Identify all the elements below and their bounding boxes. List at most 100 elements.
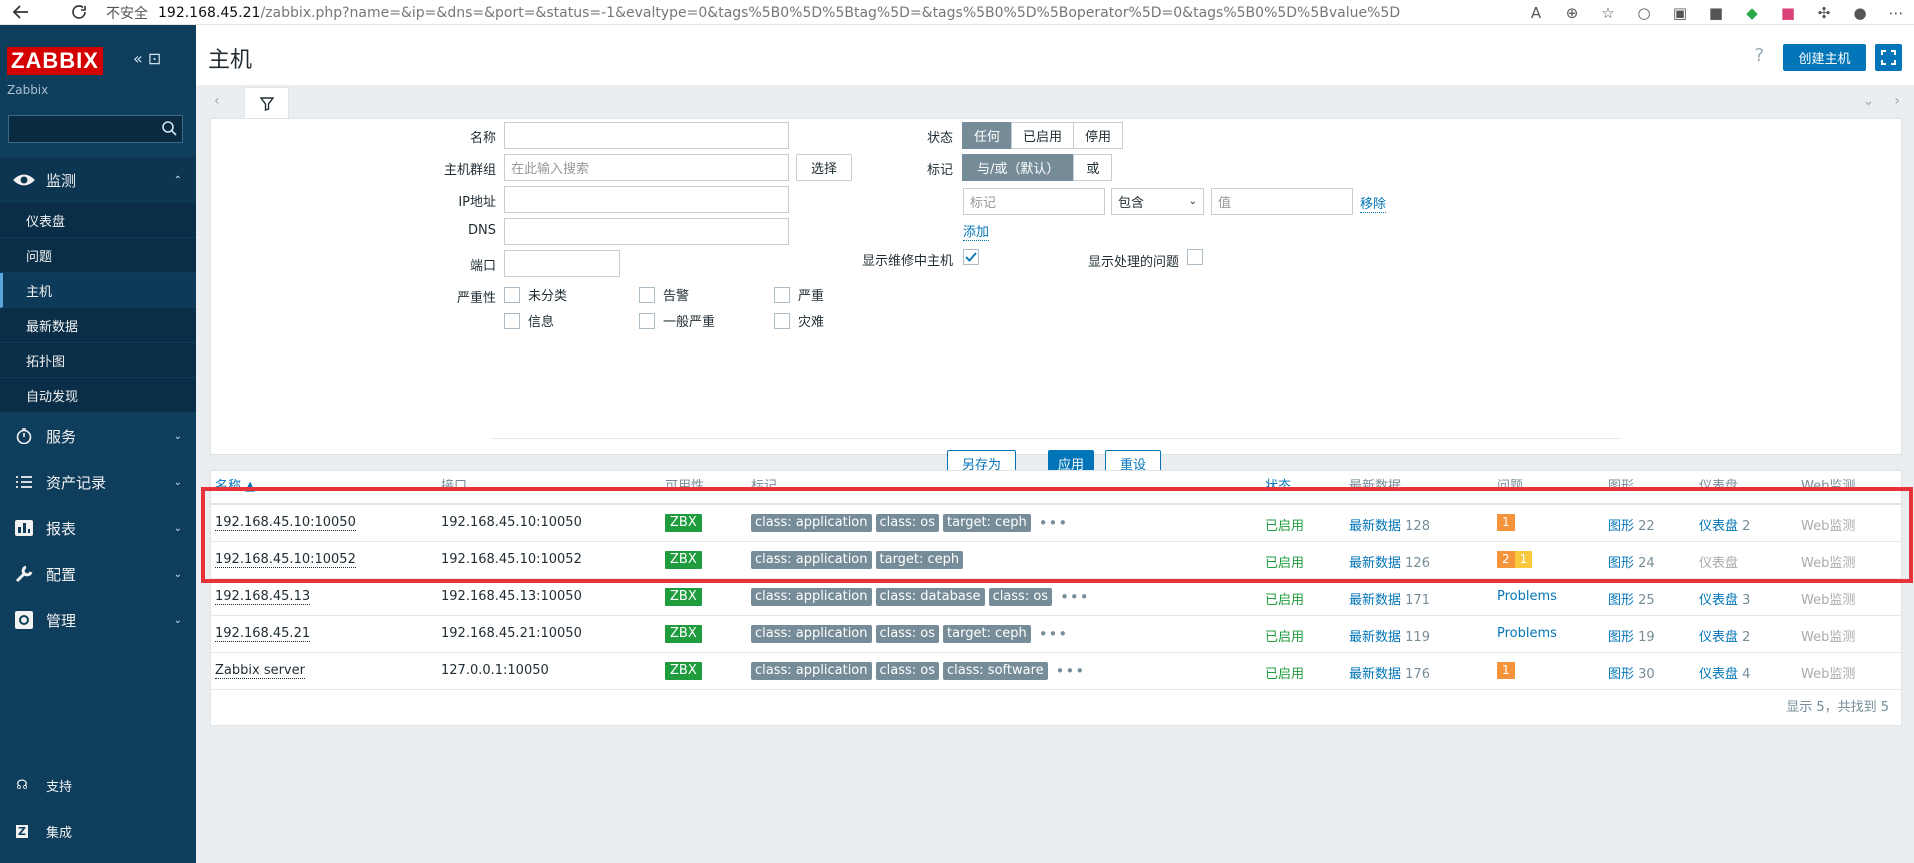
problem-count-badge[interactable]: 1 <box>1497 662 1515 679</box>
zbx-availability-badge[interactable]: ZBX <box>665 662 702 680</box>
tag-badge[interactable]: target: ceph <box>943 625 1031 643</box>
dashboards-link[interactable]: 仪表盘 <box>1699 630 1738 645</box>
menu-administration[interactable]: 管理 ⌄ <box>0 597 196 643</box>
latest-data-link[interactable]: 最新数据 <box>1349 667 1401 682</box>
more-tags-icon[interactable]: ••• <box>1060 588 1090 606</box>
latest-data-link[interactable]: 最新数据 <box>1349 630 1401 645</box>
severity-warning[interactable]: 告警 <box>639 285 689 304</box>
host-status[interactable]: 已启用 <box>1265 663 1304 682</box>
zbx-availability-badge[interactable]: ZBX <box>665 588 702 606</box>
name-input[interactable] <box>504 122 789 149</box>
submenu-latest-data[interactable]: 最新数据 <box>0 308 196 343</box>
tag-value-input[interactable]: 值 <box>1211 188 1353 215</box>
severity-not-classified[interactable]: 未分类 <box>504 285 567 304</box>
host-status[interactable]: 已启用 <box>1265 626 1304 645</box>
dashboards-link[interactable]: 仪表盘 <box>1699 593 1738 608</box>
checkbox[interactable] <box>639 312 655 329</box>
host-status[interactable]: 已启用 <box>1265 589 1304 608</box>
tag-badge[interactable]: class: application <box>751 588 872 606</box>
read-aloud-icon[interactable]: A <box>1518 4 1554 22</box>
menu-inventory[interactable]: 资产记录 ⌄ <box>0 459 196 505</box>
tag-badge[interactable]: class: database <box>875 588 985 606</box>
reload-icon[interactable] <box>64 0 94 25</box>
select-button[interactable]: 选择 <box>796 154 852 181</box>
puzzle-icon[interactable]: ✣ <box>1806 4 1842 22</box>
help-icon[interactable]: ? <box>1754 45 1764 66</box>
checkbox[interactable] <box>1187 249 1203 265</box>
profile-icon[interactable]: ● <box>1842 4 1878 22</box>
port-input[interactable] <box>504 250 620 277</box>
severity-disaster[interactable]: 灾难 <box>774 311 824 330</box>
checkbox[interactable] <box>504 312 520 329</box>
severity-information[interactable]: 信息 <box>504 311 554 330</box>
search-icon[interactable] <box>162 121 177 136</box>
show-maintenance-checkbox[interactable] <box>963 249 987 265</box>
latest-data-link[interactable]: 最新数据 <box>1349 593 1401 608</box>
graphs-link[interactable]: 图形 <box>1608 667 1634 682</box>
host-name-link[interactable]: Zabbix server <box>215 663 305 679</box>
graphs-link[interactable]: 图形 <box>1608 593 1634 608</box>
checkbox[interactable] <box>504 286 520 303</box>
submenu-problems[interactable]: 问题 <box>0 238 196 273</box>
zbx-availability-badge[interactable]: ZBX <box>665 625 702 643</box>
status-enabled[interactable]: 已启用 <box>1011 122 1075 149</box>
submenu-maps[interactable]: 拓扑图 <box>0 343 196 378</box>
tag-badge[interactable]: class: os <box>988 588 1053 606</box>
tag-badge[interactable]: class: os <box>875 625 940 643</box>
submenu-dashboard[interactable]: 仪表盘 <box>0 203 196 238</box>
submenu-hosts[interactable]: 主机 <box>0 273 196 308</box>
chevron-right-icon[interactable]: › <box>1894 93 1900 109</box>
chevron-left-icon[interactable]: ‹ <box>214 93 220 109</box>
menu-support[interactable]: ☊ 支持 <box>0 776 196 795</box>
status-any[interactable]: 任何 <box>962 122 1013 149</box>
severity-average[interactable]: 一般严重 <box>639 311 715 330</box>
menu-services[interactable]: 服务 ⌄ <box>0 413 196 459</box>
ip-input[interactable] <box>504 186 789 213</box>
tag-badge[interactable]: class: application <box>751 662 872 680</box>
menu-monitoring[interactable]: 监测 ⌃ <box>0 157 196 203</box>
dashboards-link[interactable]: 仪表盘 <box>1699 667 1738 682</box>
more-tags-icon[interactable]: ••• <box>1039 625 1069 643</box>
host-group-input[interactable]: 在此输入搜索 <box>504 154 789 181</box>
sidebar-search-input[interactable] <box>8 115 183 143</box>
graphs-link[interactable]: 图形 <box>1608 630 1634 645</box>
problems-link[interactable]: Problems <box>1497 626 1557 641</box>
checkbox[interactable] <box>774 286 790 303</box>
submenu-discovery[interactable]: 自动发现 <box>0 378 196 413</box>
favorite-icon[interactable]: ☆ <box>1590 4 1626 22</box>
host-name-link[interactable]: 192.168.45.21 <box>215 626 311 642</box>
back-icon[interactable] <box>6 0 36 25</box>
status-disabled[interactable]: 停用 <box>1073 122 1124 149</box>
tag-badge[interactable]: class: application <box>751 625 872 643</box>
address-bar[interactable]: 不安全 192.168.45.21/zabbix.php?name=&ip=&d… <box>100 0 1400 25</box>
filter-tab[interactable] <box>244 87 289 119</box>
severity-high[interactable]: 严重 <box>774 285 824 304</box>
show-suppressed-checkbox[interactable] <box>1187 249 1211 265</box>
evaltype-and-or[interactable]: 与/或（默认） <box>962 154 1075 181</box>
chevron-down-icon[interactable]: ⌄ <box>1863 93 1875 109</box>
shield-icon[interactable]: ◆ <box>1734 4 1770 22</box>
problems-link[interactable]: Problems <box>1497 589 1557 604</box>
checkbox[interactable] <box>774 312 790 329</box>
menu-integrations[interactable]: Z 集成 <box>0 822 196 841</box>
zabbix-logo[interactable]: ZABBIX <box>7 47 103 75</box>
checkbox[interactable] <box>639 286 655 303</box>
zoom-icon[interactable]: ⊕ <box>1554 4 1590 22</box>
tag-name-input[interactable]: 标记 <box>963 188 1105 215</box>
host-name-link[interactable]: 192.168.45.13 <box>215 589 311 605</box>
extension-icon[interactable]: ▣ <box>1662 4 1698 22</box>
collapse-sidebar-icon[interactable]: « ⊡ <box>133 49 161 68</box>
menu-reports[interactable]: 报表 ⌄ <box>0 505 196 551</box>
create-host-button[interactable]: 创建主机 <box>1783 44 1866 71</box>
more-icon[interactable]: ⋯ <box>1878 4 1914 22</box>
tag-operator-select[interactable]: 包含 ⌄ <box>1111 188 1204 215</box>
tag-badge[interactable]: class: software <box>943 662 1048 680</box>
pink-extension-icon[interactable]: ■ <box>1770 4 1806 22</box>
more-tags-icon[interactable]: ••• <box>1056 662 1086 680</box>
tag-badge[interactable]: class: os <box>875 662 940 680</box>
evaltype-or[interactable]: 或 <box>1073 154 1113 181</box>
add-tag-link[interactable]: 添加 <box>963 221 990 241</box>
dns-input[interactable] <box>504 218 789 245</box>
game-icon[interactable]: ■ <box>1698 4 1734 22</box>
remove-tag-link[interactable]: 移除 <box>1360 193 1387 213</box>
